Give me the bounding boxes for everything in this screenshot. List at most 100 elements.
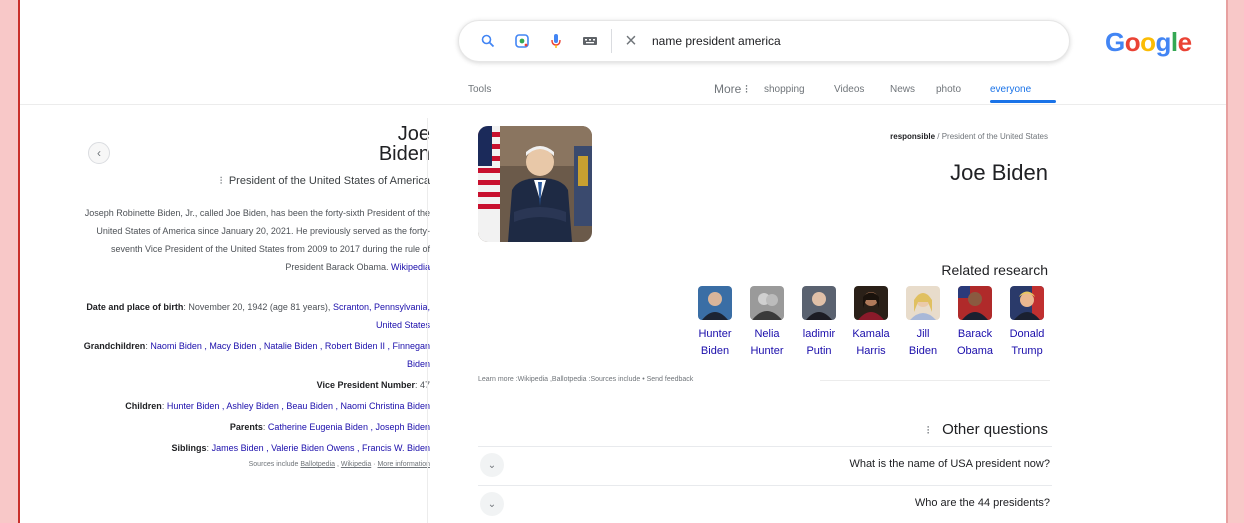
related-name-line2: Putin xyxy=(806,345,832,357)
crumb-bold: responsible xyxy=(890,132,936,141)
fact-value: : xyxy=(161,401,165,411)
entity-name: Joe Biden xyxy=(950,160,1048,185)
related-name-line1: Kamala xyxy=(852,328,890,340)
related-item[interactable]: Barack Obama xyxy=(949,286,1001,360)
related-item[interactable]: Nelia Hunter xyxy=(741,286,793,360)
fact-children: Children: Hunter Biden , Ashley Biden , … xyxy=(80,397,430,415)
related-item[interactable]: Hunter Biden xyxy=(689,286,741,360)
related-name: ladimir Putin xyxy=(793,326,845,360)
search-icon[interactable] xyxy=(475,28,501,54)
related-thumbnail xyxy=(1010,286,1044,320)
knowledge-panel-left: ‹ Joe Biden ⁝ President of the United Sta… xyxy=(50,118,430,518)
fact-link[interactable]: Hunter Biden , Ashley Biden , Beau Biden… xyxy=(167,401,430,411)
search-tabs: Tools More ⁝ shopping Videos News photo … xyxy=(468,78,1068,104)
crumb-rest: / President of the United States xyxy=(937,132,1048,141)
related-name-line2: Biden xyxy=(908,345,938,357)
tab-news[interactable]: News xyxy=(890,84,915,95)
related-name: Barack Obama xyxy=(949,326,1001,360)
tab-shopping[interactable]: shopping xyxy=(764,84,805,95)
fact-parents: Parents: Catherine Eugenia Biden , Josep… xyxy=(80,418,430,436)
question-row[interactable]: ⌄ Who are the 44 presidents? xyxy=(478,486,1052,522)
related-thumbnail xyxy=(750,286,784,320)
related-item[interactable]: Donald Trump xyxy=(1001,286,1053,360)
related-research-list: Hunter Biden Nelia Hunter ladimir Putin Kam… xyxy=(670,286,1052,366)
chevron-down-icon[interactable]: ⌄ xyxy=(480,453,504,477)
source-ballotpedia-link[interactable]: Ballotpedia xyxy=(300,461,335,468)
more-vert-icon[interactable]: ⁝ xyxy=(926,423,930,437)
fact-label: Siblings xyxy=(171,443,207,453)
close-icon[interactable]: × xyxy=(620,30,642,53)
fact-label: Vice President Number xyxy=(316,380,415,390)
fact-value: : November 20, 1942 (age 81 years), xyxy=(183,302,331,312)
related-name: Kamala Harris xyxy=(845,326,897,360)
entity-subtitle: ⁝ President of the United States of Ameri… xyxy=(219,174,430,187)
related-name-line1: Nelia xyxy=(754,328,780,340)
related-name-line1: Jill xyxy=(916,328,930,340)
search-query[interactable]: name president america xyxy=(652,34,781,48)
fact-value: : xyxy=(262,422,266,432)
more-info-link[interactable]: More information xyxy=(377,461,430,468)
entity-title: Joe Biden xyxy=(379,124,430,164)
related-name: Hunter Biden xyxy=(689,326,741,360)
related-name-line1: ladimir xyxy=(802,328,836,340)
related-name: Jill Biden xyxy=(897,326,949,360)
related-name-line2: Hunter xyxy=(750,345,784,357)
related-name-line2: Trump xyxy=(1011,345,1043,357)
fact-siblings: Siblings: James Biden , Valerie Biden Ow… xyxy=(80,439,430,457)
tab-more[interactable]: More ⁝ xyxy=(714,82,749,96)
fact-link[interactable]: Naomi Biden , Macy Biden , Natalie Biden… xyxy=(150,341,430,369)
fact-label: Date and place of birth xyxy=(86,302,184,312)
related-thumbnail xyxy=(854,286,888,320)
fact-value: : xyxy=(145,341,148,351)
fact-birth: Date and place of birth: November 20, 19… xyxy=(80,298,430,334)
search-divider xyxy=(611,29,612,53)
tab-photo[interactable]: photo xyxy=(936,84,961,95)
entity-description: Joseph Robinette Biden, Jr., called Joe … xyxy=(80,204,430,276)
tab-tools[interactable]: Tools xyxy=(468,84,491,95)
panel-divider xyxy=(427,118,428,523)
keyboard-icon[interactable] xyxy=(577,28,603,54)
question-row[interactable]: ⌄ What is the name of USA president now? xyxy=(478,447,1052,483)
tab-videos[interactable]: Videos xyxy=(834,84,864,95)
back-button[interactable]: ‹ xyxy=(88,142,110,164)
fact-link[interactable]: Scranton, Pennsylvania, United States xyxy=(333,302,430,330)
description-text: Joseph Robinette Biden, Jr., called Joe … xyxy=(84,208,430,272)
related-name: Donald Trump xyxy=(1001,326,1053,360)
source-wikipedia-link[interactable]: Wikipedia xyxy=(341,461,371,468)
header-divider xyxy=(20,104,1226,105)
learn-more-line[interactable]: Learn more :Wikipedia ,Ballotpedia :Sour… xyxy=(478,376,693,383)
related-item[interactable]: Jill Biden xyxy=(897,286,949,360)
chevron-down-icon[interactable]: ⌄ xyxy=(480,492,504,516)
search-bar[interactable]: × name president america xyxy=(458,20,1070,62)
related-thumbnail xyxy=(698,286,732,320)
related-name-line2: Harris xyxy=(856,345,886,357)
fact-link[interactable]: Catherine Eugenia Biden , Joseph Biden xyxy=(268,422,430,432)
related-name: Nelia Hunter xyxy=(741,326,793,360)
tab-everyone[interactable]: everyone xyxy=(990,84,1031,95)
google-logo[interactable]: Google xyxy=(1105,27,1192,58)
related-thumbnail xyxy=(906,286,940,320)
fact-label: Parents xyxy=(229,422,263,432)
active-tab-indicator xyxy=(990,100,1056,103)
related-research-title: Related research xyxy=(941,262,1048,278)
chevron-left-icon: ‹ xyxy=(97,146,101,160)
more-vert-icon[interactable]: ⁝ xyxy=(219,175,223,187)
related-name-line1: Barack xyxy=(957,328,993,340)
fact-value: : xyxy=(206,443,210,453)
search-results-page: × name president america Google Tools Mo… xyxy=(18,0,1228,523)
sources-prefix: Sources include xyxy=(248,461,299,468)
wikipedia-link[interactable]: Wikipedia xyxy=(391,262,430,272)
lens-icon[interactable] xyxy=(509,28,535,54)
related-item[interactable]: Kamala Harris xyxy=(845,286,897,360)
fact-link[interactable]: James Biden , Valerie Biden Owens , Fran… xyxy=(212,443,430,453)
entity-breadcrumb: responsible / President of the United St… xyxy=(890,132,1048,141)
other-questions-text: Other questions xyxy=(942,421,1048,438)
question-text: Who are the 44 presidents? xyxy=(914,497,1050,509)
fact-label: Grandchildren xyxy=(83,341,146,351)
entity-photo[interactable] xyxy=(478,126,592,242)
other-questions-title: ⁝ Other questions xyxy=(926,421,1048,438)
entity-title-line2: Biden xyxy=(378,143,430,165)
fact-vp-number: Vice President Number: 47 xyxy=(80,376,430,394)
related-item[interactable]: ladimir Putin xyxy=(793,286,845,360)
microphone-icon[interactable] xyxy=(543,28,569,54)
